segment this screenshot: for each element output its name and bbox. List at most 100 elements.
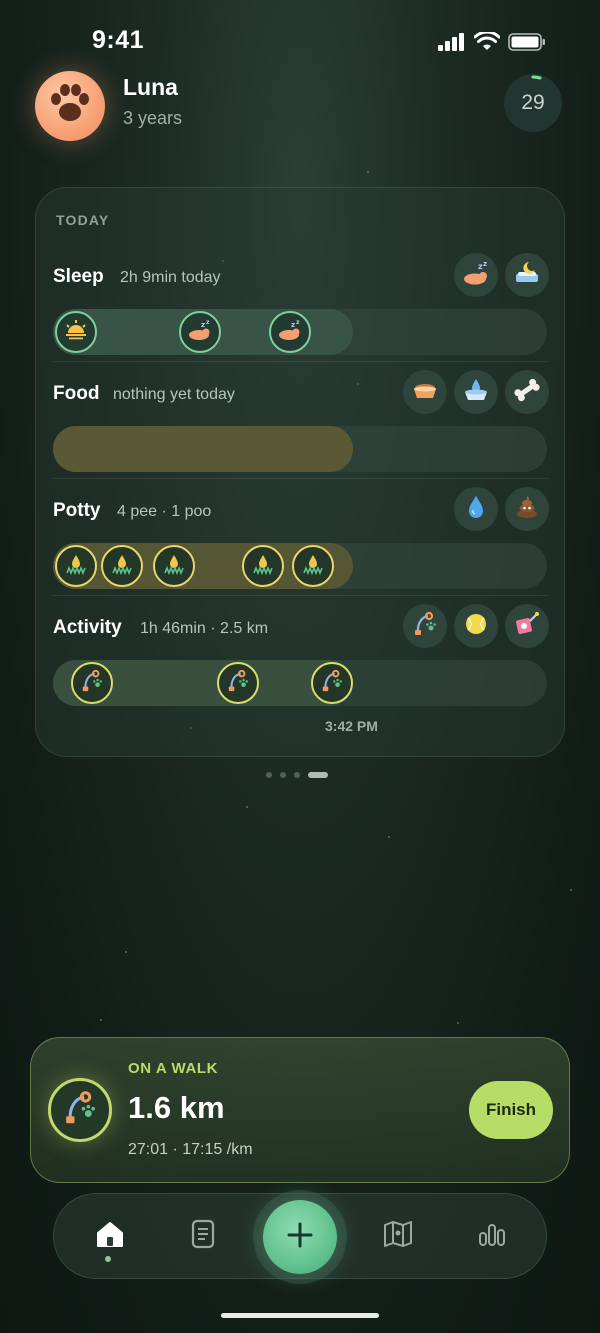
potty-marker-pee[interactable] (153, 545, 195, 587)
sleep-title: Sleep (53, 266, 104, 287)
potty-title: Potty (53, 500, 101, 521)
walk-status-badge (48, 1078, 112, 1142)
wifi-icon (473, 30, 501, 57)
leash-icon (320, 669, 344, 698)
status-bar: 9:41 (0, 22, 600, 62)
food-row: Food nothing yet today (36, 370, 566, 500)
tab-home[interactable] (88, 1214, 132, 1258)
food-timeline (53, 426, 547, 472)
background-star (246, 806, 248, 808)
potty-actions (454, 487, 549, 531)
water-bowl-icon (462, 377, 490, 408)
log-poo-button[interactable] (505, 487, 549, 531)
potty-marker-pee[interactable] (55, 545, 97, 587)
pee-grass-icon (65, 553, 87, 580)
svg-text:z: z (483, 260, 487, 268)
sleeping-pet-icon: zz (277, 319, 303, 346)
leash-icon (62, 1090, 98, 1131)
pee-grass-icon (111, 553, 133, 580)
sleep-marker-wake[interactable] (55, 311, 97, 353)
stats-icon (478, 1221, 506, 1252)
activity-timeline (53, 660, 547, 706)
log-training-button[interactable] (505, 604, 549, 648)
home-indicator[interactable] (221, 1313, 379, 1318)
page-dot-active[interactable] (308, 772, 328, 778)
food-bowl-icon (411, 379, 439, 406)
sleeping-pet-icon: zz (187, 319, 213, 346)
activity-summary: 1h 46min · 2.5 km (140, 620, 269, 637)
potty-marker-pee[interactable] (101, 545, 143, 587)
background-star (388, 836, 390, 838)
log-meal-button[interactable] (403, 370, 447, 414)
walk-distance: 1.6 km (128, 1090, 225, 1125)
training-icon (514, 611, 540, 642)
activity-row: Activity 1h 46min · 2.5 km (36, 604, 566, 734)
activity-marker-walk[interactable] (71, 662, 113, 704)
food-timeline-fill (53, 426, 353, 472)
page-dot[interactable] (266, 772, 272, 778)
leash-icon (80, 669, 104, 698)
status-icons (438, 30, 546, 57)
svg-text:z: z (291, 321, 295, 329)
log-play-button[interactable] (454, 604, 498, 648)
tab-log[interactable] (181, 1214, 225, 1258)
leash-icon (412, 611, 438, 642)
svg-text:z: z (296, 319, 300, 326)
page-dot[interactable] (280, 772, 286, 778)
add-entry-button[interactable] (263, 1200, 337, 1274)
background-star (457, 1022, 459, 1024)
potty-row: Potty 4 pee · 1 poo (36, 487, 566, 617)
battery-icon (508, 33, 546, 56)
start-walk-button[interactable] (403, 604, 447, 648)
background-star (367, 171, 369, 173)
page-indicator[interactable] (266, 772, 328, 778)
active-walk-card[interactable]: ON A WALK 1.6 km 27:01 · 17:15 /km Finis… (30, 1037, 570, 1183)
finish-walk-button[interactable]: Finish (469, 1081, 553, 1139)
potty-marker-pee[interactable] (242, 545, 284, 587)
score-ring[interactable]: 29 (504, 74, 562, 132)
page-dot[interactable] (294, 772, 300, 778)
sleep-row: Sleep 2h 9min today zz z z z z (36, 253, 566, 383)
score-value: 29 (521, 91, 545, 114)
sleep-summary: 2h 9min today (120, 269, 221, 286)
poo-icon (514, 495, 540, 524)
log-water-button[interactable] (454, 370, 498, 414)
pet-avatar[interactable] (35, 71, 105, 141)
pee-grass-icon (302, 553, 324, 580)
bone-icon (513, 378, 541, 407)
signal-icon (438, 33, 466, 56)
log-bedtime-button[interactable] (505, 253, 549, 297)
droplet-icon (465, 494, 487, 525)
today-label: TODAY (56, 212, 110, 228)
background-star (125, 951, 127, 953)
activity-actions (403, 604, 549, 648)
potty-timeline (53, 543, 547, 589)
sleeping-pet-icon: zz (461, 260, 491, 291)
log-pee-button[interactable] (454, 487, 498, 531)
active-tab-indicator (105, 1256, 111, 1262)
paw-icon (47, 82, 93, 131)
row-divider (53, 595, 549, 596)
document-icon (191, 1219, 215, 1254)
activity-marker-walk[interactable] (311, 662, 353, 704)
food-actions (403, 370, 549, 414)
food-summary: nothing yet today (113, 386, 235, 403)
row-divider (53, 478, 549, 479)
tab-stats[interactable] (470, 1214, 514, 1258)
food-title: Food (53, 383, 100, 404)
status-time: 9:41 (92, 26, 145, 54)
pet-name[interactable]: Luna (123, 74, 178, 101)
potty-marker-pee[interactable] (292, 545, 334, 587)
log-treat-button[interactable] (505, 370, 549, 414)
walk-status-label: ON A WALK (128, 1060, 219, 1077)
moon-bed-icon (513, 260, 541, 291)
activity-marker-walk[interactable] (217, 662, 259, 704)
current-time-label: 3:42 PM (325, 718, 378, 734)
tab-map[interactable] (376, 1214, 420, 1258)
home-icon (95, 1220, 125, 1253)
sleep-marker-nap[interactable]: zz (269, 311, 311, 353)
sleep-marker-nap[interactable]: zz (179, 311, 221, 353)
log-nap-button[interactable]: zz (454, 253, 498, 297)
background-star (570, 889, 572, 891)
sleep-actions: zz (454, 253, 549, 297)
